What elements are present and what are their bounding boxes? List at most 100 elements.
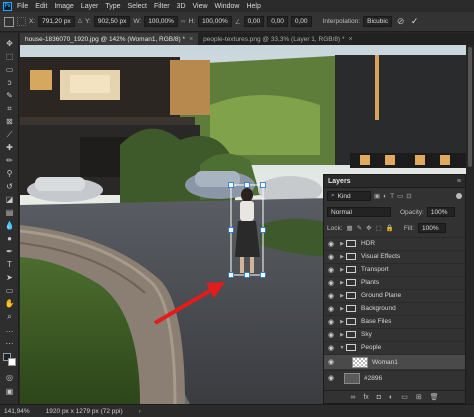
menu-3d[interactable]: 3D xyxy=(177,3,186,10)
lock-all-icon[interactable]: 🔒 xyxy=(386,224,394,232)
layer-2896[interactable]: ◉ #2896 xyxy=(324,370,465,385)
expand-caret-icon[interactable]: ▶ xyxy=(338,267,346,273)
hand-tool-icon[interactable]: ✋ xyxy=(4,299,15,308)
expand-caret-icon[interactable]: ▶ xyxy=(338,293,346,299)
visibility-eye-icon[interactable]: ◉ xyxy=(324,292,338,300)
filter-adjustment-icon[interactable]: ◐ xyxy=(383,193,387,200)
new-layer-icon[interactable]: ⊞ xyxy=(416,393,422,401)
background-color-swatch[interactable] xyxy=(8,358,16,366)
reference-point-icon[interactable] xyxy=(17,17,26,26)
menu-help[interactable]: Help xyxy=(246,3,260,10)
filter-toggle-icon[interactable] xyxy=(456,193,462,199)
more-tools-icon[interactable]: … xyxy=(4,325,15,334)
menu-type[interactable]: Type xyxy=(105,3,120,10)
healing-brush-tool-icon[interactable]: ✚ xyxy=(4,143,15,152)
move-tool-icon[interactable] xyxy=(4,16,14,27)
marquee-tool-icon[interactable]: ▭ xyxy=(4,65,15,74)
menu-select[interactable]: Select xyxy=(128,3,147,10)
filter-shape-icon[interactable]: ▭ xyxy=(397,192,403,200)
layer-group-plants[interactable]: ◉ ▶ Plants xyxy=(324,276,465,288)
move-tool-icon[interactable]: ✥ xyxy=(4,39,15,48)
chevron-right-icon[interactable]: › xyxy=(139,408,141,415)
x-input[interactable]: 791,20 px xyxy=(38,16,75,27)
width-input[interactable]: 100,00% xyxy=(144,16,178,27)
commit-transform-icon[interactable]: ✓ xyxy=(409,16,420,27)
height-input[interactable]: 100,00% xyxy=(198,16,232,27)
clone-stamp-tool-icon[interactable]: ⚲ xyxy=(4,169,15,178)
visibility-eye-icon[interactable]: ◉ xyxy=(324,266,338,274)
zoom-level[interactable]: 141,94% xyxy=(4,408,30,415)
brush-tool-icon[interactable]: ✏ xyxy=(4,156,15,165)
layer-group-transport[interactable]: ◉ ▶ Transport xyxy=(324,263,465,275)
collapse-caret-icon[interactable]: ▼ xyxy=(338,345,346,351)
link-icon[interactable]: ∞ xyxy=(181,18,186,25)
interpolation-select[interactable]: Bicubic xyxy=(363,16,393,27)
layer-filter-select[interactable]: ⌕ Kind xyxy=(327,191,371,201)
gradient-tool-icon[interactable]: ▤ xyxy=(4,208,15,217)
visibility-eye-icon[interactable]: ◉ xyxy=(324,253,338,261)
opacity-input[interactable]: 100% xyxy=(426,207,455,217)
layer-group-ground-plane[interactable]: ◉ ▶ Ground Plane xyxy=(324,289,465,301)
expand-caret-icon[interactable]: ▶ xyxy=(338,241,346,247)
rectangle-tool-icon[interactable]: ▭ xyxy=(4,286,15,295)
layer-group-background[interactable]: ◉ ▶ Background xyxy=(324,302,465,314)
visibility-eye-icon[interactable]: ◉ xyxy=(324,305,338,313)
visibility-eye-icon[interactable]: ◉ xyxy=(324,374,338,382)
visibility-eye-icon[interactable]: ◉ xyxy=(324,279,338,287)
layer-group-sky[interactable]: ◉ ▶ Sky xyxy=(324,328,465,340)
tab-house-document[interactable]: house-1836070_1920.jpg @ 142% (Woman1, R… xyxy=(20,33,199,45)
filter-pixel-icon[interactable]: ▣ xyxy=(374,192,380,200)
blur-tool-icon[interactable]: 💧 xyxy=(4,221,15,230)
fill-input[interactable]: 100% xyxy=(417,223,446,233)
y-input[interactable]: 902,50 px xyxy=(93,16,131,27)
panel-menu-icon[interactable]: ≡ xyxy=(457,178,461,185)
expand-caret-icon[interactable]: ▶ xyxy=(338,319,346,325)
layer-style-icon[interactable]: fx xyxy=(363,394,368,401)
skew-v-input[interactable]: 0,00 xyxy=(290,16,312,27)
menu-file[interactable]: File xyxy=(17,3,28,10)
new-group-icon[interactable]: ▭ xyxy=(401,393,408,401)
menu-view[interactable]: View xyxy=(193,3,208,10)
eraser-tool-icon[interactable]: ◪ xyxy=(4,195,15,204)
link-layers-icon[interactable]: ∞ xyxy=(350,394,355,401)
visibility-eye-icon[interactable]: ◉ xyxy=(324,344,338,352)
screen-mode-icon[interactable]: ▣ xyxy=(4,387,15,396)
layer-group-base-files[interactable]: ◉ ▶ Base Files xyxy=(324,315,465,327)
visibility-eye-icon[interactable]: ◉ xyxy=(324,318,338,326)
artboard-tool-icon[interactable]: ⬚ xyxy=(4,52,15,61)
delete-layer-icon[interactable]: 🗑 xyxy=(430,393,439,401)
menu-image[interactable]: Image xyxy=(54,3,73,10)
edit-toolbar-icon[interactable]: ⋯ xyxy=(4,339,15,348)
lock-transparency-icon[interactable]: ▦ xyxy=(347,224,353,232)
filter-type-icon[interactable]: T xyxy=(390,193,394,200)
pen-tool-icon[interactable]: ✒ xyxy=(4,247,15,256)
visibility-eye-icon[interactable]: ◉ xyxy=(324,331,338,339)
adjustment-layer-icon[interactable]: ◐ xyxy=(389,394,393,401)
cancel-transform-icon[interactable]: ⊘ xyxy=(395,16,406,27)
layer-group-hdr[interactable]: ◉ ▶ HDR xyxy=(324,237,465,249)
eyedropper-tool-icon[interactable]: ⟋ xyxy=(4,130,15,139)
crop-tool-icon[interactable]: ⌗ xyxy=(4,104,15,113)
add-mask-icon[interactable]: ◘ xyxy=(377,394,381,401)
quick-mask-icon[interactable]: ◎ xyxy=(4,373,15,382)
angle-input[interactable]: 0,00 xyxy=(243,16,265,27)
history-brush-tool-icon[interactable]: ↺ xyxy=(4,182,15,191)
vertical-scrollbar[interactable] xyxy=(466,45,474,404)
path-selection-tool-icon[interactable]: ➤ xyxy=(4,273,15,282)
close-icon[interactable]: × xyxy=(189,36,193,43)
visibility-eye-icon[interactable]: ◉ xyxy=(324,240,338,248)
lock-artboard-icon[interactable]: ⬚ xyxy=(376,224,382,232)
dodge-tool-icon[interactable]: ● xyxy=(4,234,15,243)
menu-window[interactable]: Window xyxy=(215,3,240,10)
tab-people-textures[interactable]: people-textures.png @ 33,3% (Layer 1, RG… xyxy=(198,33,357,45)
lasso-tool-icon[interactable]: ↄ xyxy=(4,78,15,87)
type-tool-icon[interactable]: T xyxy=(4,260,15,269)
expand-caret-icon[interactable]: ▶ xyxy=(338,254,346,260)
visibility-eye-icon[interactable]: ◉ xyxy=(324,358,338,366)
menu-filter[interactable]: Filter xyxy=(154,3,170,10)
filter-smart-object-icon[interactable]: ⊡ xyxy=(406,192,411,200)
layer-group-people[interactable]: ◉ ▼ People xyxy=(324,341,465,353)
quick-select-tool-icon[interactable]: ✎ xyxy=(4,91,15,100)
expand-caret-icon[interactable]: ▶ xyxy=(338,332,346,338)
menu-edit[interactable]: Edit xyxy=(35,3,47,10)
